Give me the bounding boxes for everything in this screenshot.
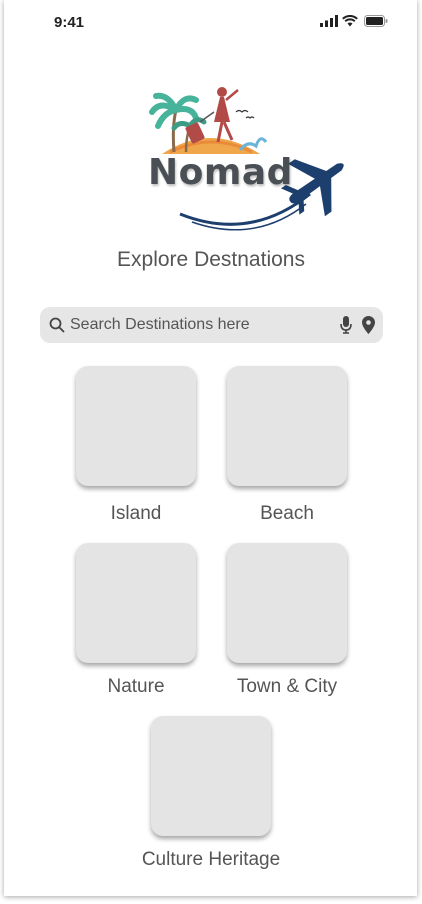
battery-icon (364, 15, 388, 27)
search-bar[interactable] (40, 307, 383, 343)
page-subtitle: Explore Destnations (117, 248, 305, 271)
category-label: Beach (260, 503, 314, 524)
microphone-icon[interactable] (340, 316, 352, 334)
status-time: 9:41 (54, 14, 85, 31)
logo-wordmark: Nomad (148, 152, 293, 193)
category-label: Culture Heritage (141, 849, 281, 870)
category-label: Nature (107, 676, 165, 697)
category-tile[interactable] (227, 543, 347, 663)
category-nature[interactable]: Nature (61, 543, 211, 698)
category-tile[interactable] (227, 366, 347, 486)
category-label: Island (110, 503, 162, 524)
phone-frame: 9:41 Nomad Explore Destnations Search De… (4, 0, 417, 896)
category-tile[interactable] (76, 543, 196, 663)
nomad-logo: Nomad (140, 82, 362, 242)
category-island[interactable]: Island (61, 366, 211, 525)
search-icon (49, 317, 65, 333)
location-pin-icon[interactable] (362, 316, 375, 334)
category-label: Town & City (236, 676, 338, 697)
signal-icon (320, 15, 338, 27)
wifi-icon (342, 15, 358, 27)
search-input[interactable] (70, 307, 330, 343)
category-tile[interactable] (76, 366, 196, 486)
category-beach[interactable]: Beach (212, 366, 362, 525)
category-town-city[interactable]: Town & City (212, 543, 362, 698)
category-culture-heritage[interactable]: Culture Heritage (136, 716, 286, 871)
category-tile[interactable] (151, 716, 271, 836)
